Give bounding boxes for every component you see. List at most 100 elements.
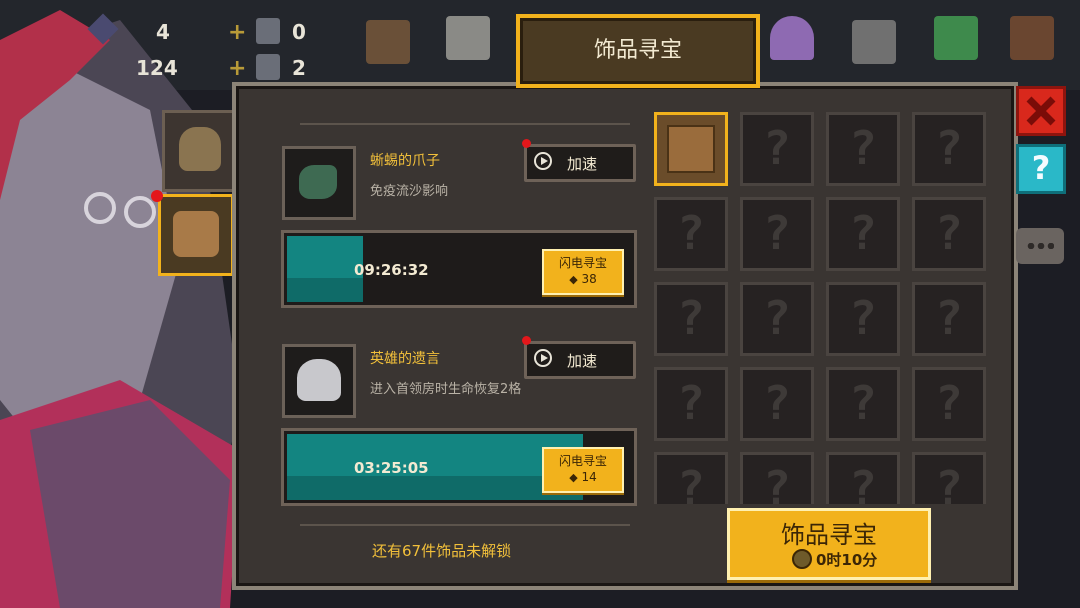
item-slot — [282, 344, 356, 418]
item-slot — [282, 146, 356, 220]
flash-hunt-cost: 38 — [581, 272, 597, 286]
side-tab-treasure[interactable] — [158, 194, 234, 276]
hud-plus-icon: + — [228, 56, 247, 81]
question-mark-icon: ? — [935, 121, 963, 175]
question-mark-icon: ? — [935, 376, 963, 430]
question-mark-icon: ? — [677, 291, 705, 345]
close-button[interactable] — [1016, 86, 1066, 136]
speed-up-button[interactable]: 加速 — [524, 144, 636, 182]
locked-count-text: 还有67件饰品未解锁 — [372, 542, 512, 560]
flash-hunt-cost: 14 — [581, 470, 597, 484]
play-icon — [534, 349, 552, 367]
helmet-icon — [297, 359, 341, 401]
hud-cells-count: 124 — [136, 56, 178, 80]
progress-fill — [287, 434, 583, 500]
help-button[interactable]: ? — [1016, 144, 1066, 194]
pouch-icon — [179, 127, 221, 171]
notification-dot — [151, 190, 163, 202]
timer-text: 09:26:32 — [354, 261, 429, 279]
clock-icon — [792, 549, 812, 569]
accessory-slot-locked[interactable]: ? — [654, 197, 728, 271]
notification-dot — [522, 336, 531, 345]
panel-title-tab: 饰品寻宝 — [516, 14, 760, 88]
hud-character-icon[interactable] — [366, 20, 410, 64]
speed-up-label: 加速 — [567, 352, 598, 370]
top-divider — [300, 123, 630, 125]
accessory-slot-locked[interactable]: ? — [654, 367, 728, 441]
hud-resource2-count: 2 — [292, 56, 306, 80]
hud-resource1-icon — [256, 18, 280, 44]
accessory-slot-locked[interactable]: ? — [654, 282, 728, 356]
treasure-hunt-time: 0时10分 — [816, 551, 878, 569]
play-icon — [534, 152, 552, 170]
hud-menu-icon[interactable] — [934, 16, 978, 60]
accessory-slot-locked[interactable]: ? — [654, 452, 728, 504]
accessory-slot-locked[interactable]: ? — [826, 112, 900, 186]
accessory-slot-locked[interactable]: ? — [912, 282, 986, 356]
question-mark-icon: ? — [849, 461, 877, 504]
question-mark-icon: ? — [763, 206, 791, 260]
hud-journal-icon[interactable] — [1010, 16, 1054, 60]
question-mark-icon: ? — [849, 291, 877, 345]
question-mark-icon: ? — [763, 376, 791, 430]
flash-hunt-button[interactable]: 闪电寻宝 ◆ 38 — [542, 249, 624, 295]
flash-hunt-label: 闪电寻宝 — [558, 454, 607, 468]
accessory-slot-locked[interactable]: ? — [740, 112, 814, 186]
panel-title: 饰品寻宝 — [593, 38, 682, 63]
accessory-slot-unlocked[interactable] — [654, 112, 728, 186]
accessory-slot-locked[interactable]: ? — [912, 367, 986, 441]
accessory-slot-locked[interactable]: ? — [826, 197, 900, 271]
diamond-icon: ◆ — [569, 471, 578, 484]
question-mark-icon: ? — [849, 376, 877, 430]
hud-camera-icon[interactable] — [446, 16, 490, 60]
question-mark-icon: ? — [763, 461, 791, 504]
hud-gem-shop-icon[interactable] — [770, 16, 814, 60]
chat-button[interactable] — [1016, 228, 1064, 264]
accessory-slot-locked[interactable]: ? — [826, 282, 900, 356]
progress-fill — [287, 236, 363, 302]
accessory-slot-locked[interactable]: ? — [912, 112, 986, 186]
accessory-slot-locked[interactable]: ? — [912, 197, 986, 271]
flash-hunt-cost-row: ◆ 38 — [544, 272, 622, 286]
help-icon: ? — [1031, 149, 1051, 187]
question-mark-icon: ? — [677, 206, 705, 260]
scroll-icon — [173, 211, 219, 257]
progress-bar: 09:26:32 闪电寻宝 ◆ 38 — [281, 230, 637, 308]
question-mark-icon: ? — [849, 121, 877, 175]
notification-dot — [522, 139, 531, 148]
question-mark-icon: ? — [677, 376, 705, 430]
accessory-grid: ??????????????????? — [654, 112, 986, 504]
item-description: 免疫流沙影响 — [370, 184, 449, 199]
item-name: 英雄的遗言 — [370, 351, 440, 367]
treasure-hunt-label: 饰品寻宝 — [781, 521, 877, 549]
accessory-slot-locked[interactable]: ? — [740, 282, 814, 356]
question-mark-icon: ? — [763, 291, 791, 345]
accessory-slot-locked[interactable]: ? — [912, 452, 986, 504]
chat-icon — [1026, 243, 1054, 249]
side-tab-pouch[interactable] — [162, 110, 238, 192]
accessory-slot-locked[interactable]: ? — [740, 197, 814, 271]
accessory-slot-locked[interactable]: ? — [826, 367, 900, 441]
question-mark-icon: ? — [935, 291, 963, 345]
question-mark-icon: ? — [935, 206, 963, 260]
accessory-slot-locked[interactable]: ? — [740, 367, 814, 441]
claw-icon — [299, 165, 337, 199]
diamond-icon: ◆ — [569, 273, 578, 286]
question-mark-icon: ? — [935, 461, 963, 504]
timer-text: 03:25:05 — [354, 459, 429, 477]
question-mark-icon: ? — [849, 206, 877, 260]
speed-up-button[interactable]: 加速 — [524, 341, 636, 379]
bottom-divider — [300, 524, 630, 526]
flash-hunt-button[interactable]: 闪电寻宝 ◆ 14 — [542, 447, 624, 493]
item-description: 进入首领房时生命恢复2格 — [370, 382, 522, 397]
treasure-hunt-button[interactable]: 饰品寻宝 0时10分 — [727, 508, 931, 580]
accessory-slot-locked[interactable]: ? — [826, 452, 900, 504]
close-icon — [1026, 96, 1056, 126]
hud-gems-count: 4 — [156, 20, 170, 44]
accessory-slot-locked[interactable]: ? — [740, 452, 814, 504]
hud-resource1-count: 0 — [292, 20, 306, 44]
question-mark-icon: ? — [763, 121, 791, 175]
hud-plus-icon: + — [228, 20, 247, 45]
progress-bar: 03:25:05 闪电寻宝 ◆ 14 — [281, 428, 637, 506]
hud-cart-icon[interactable] — [852, 20, 896, 64]
